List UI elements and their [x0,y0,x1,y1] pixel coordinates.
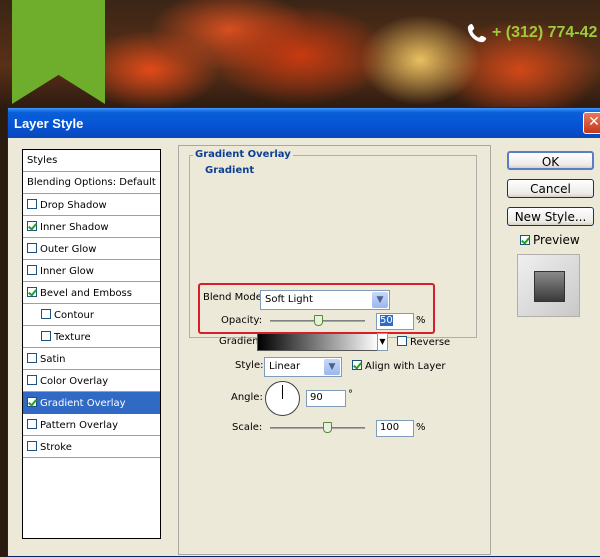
style-item-drop-shadow[interactable]: Drop Shadow [23,194,160,216]
style-item-label: Bevel and Emboss [40,288,132,299]
style-item-gradient-overlay[interactable]: Gradient Overlay [23,392,160,414]
scale-unit: % [416,422,426,433]
style-item-label: Satin [40,354,66,365]
style-value: Linear [269,361,301,372]
align-with-layer-checkbox[interactable]: Align with Layer [352,360,446,372]
style-item-label: Blending Options: Default [27,177,156,188]
style-preview [517,254,580,317]
scale-input[interactable]: 100 [376,420,414,437]
style-item-label: Stroke [40,442,72,453]
style-item-label: Texture [54,332,91,343]
reverse-checkbox-box[interactable] [397,336,407,346]
angle-dial[interactable] [265,381,300,416]
gradient-swatch[interactable] [257,333,379,351]
opacity-label: Opacity: [221,315,263,326]
style-item-inner-shadow[interactable]: Inner Shadow [23,216,160,238]
preview-checkbox[interactable]: Preview [520,233,580,247]
style-checkbox[interactable] [27,375,37,385]
phone-icon [467,23,487,43]
style-checkbox[interactable] [27,419,37,429]
style-checkbox[interactable] [27,353,37,363]
style-select[interactable]: Linear ▼ [264,357,342,377]
scale-slider[interactable] [270,422,365,433]
opacity-unit: % [416,315,426,326]
style-item-label: Color Overlay [40,376,109,387]
style-item-label: Outer Glow [40,244,97,255]
blend-mode-select[interactable]: Soft Light ▼ [260,290,390,310]
reverse-checkbox[interactable]: Reverse [397,336,450,348]
style-checkbox[interactable] [27,243,37,253]
opacity-slider[interactable] [270,315,365,326]
new-style-button[interactable]: New Style... [507,207,594,226]
reverse-label: Reverse [410,337,451,348]
preview-checkbox-box[interactable] [520,235,530,245]
style-checkbox[interactable] [27,199,37,209]
style-checkbox[interactable] [27,287,37,297]
style-item-pattern-overlay[interactable]: Pattern Overlay [23,414,160,436]
style-item-contour[interactable]: Contour [23,304,160,326]
styles-list: Styles Blending Options: Default Drop Shad… [22,149,161,539]
cancel-button[interactable]: Cancel [507,179,594,198]
blend-mode-value: Soft Light [265,294,313,305]
style-item-blending-options-default[interactable]: Blending Options: Default [23,172,160,194]
style-item-label: Styles [27,155,58,166]
angle-input[interactable]: 90 [306,390,346,407]
style-label: Style: [235,360,264,371]
style-checkbox[interactable] [27,221,37,231]
style-item-outer-glow[interactable]: Outer Glow [23,238,160,260]
style-item-label: Pattern Overlay [40,420,119,431]
chevron-down-icon: ▼ [324,359,340,375]
opacity-slider-thumb[interactable] [313,315,323,326]
ok-button[interactable]: OK [507,151,594,170]
style-item-label: Inner Shadow [40,222,109,233]
gradient-subtitle: Gradient [203,165,257,176]
opacity-input[interactable]: 50 [376,313,414,330]
style-item-inner-glow[interactable]: Inner Glow [23,260,160,282]
scale-label: Scale: [232,422,263,433]
preview-label: Preview [533,233,580,247]
layer-style-dialog: Layer Style ✕ Styles Blending Options: De… [7,107,600,557]
style-checkbox[interactable] [27,397,37,407]
angle-label: Angle: [231,392,263,403]
style-checkbox[interactable] [27,265,37,275]
phone-number-text: + (312) 774-42 [492,24,598,41]
dialog-titlebar[interactable]: Layer Style [8,108,600,138]
scale-slider-thumb[interactable] [323,422,332,433]
blend-mode-label: Blend Mode: [203,292,266,303]
style-checkbox[interactable] [27,441,37,451]
style-item-label: Drop Shadow [40,200,107,211]
preview-swatch [534,271,565,302]
style-item-color-overlay[interactable]: Color Overlay [23,370,160,392]
style-item-label: Gradient Overlay [40,398,126,409]
align-checkbox-box[interactable] [352,360,362,370]
align-with-layer-label: Align with Layer [365,361,446,372]
gradient-dropdown-icon[interactable]: ▼ [377,333,388,351]
style-checkbox[interactable] [41,309,51,319]
style-item-satin[interactable]: Satin [23,348,160,370]
phone-number-header: + (312) 774-42 [466,22,597,44]
style-item-label: Inner Glow [40,266,94,277]
close-icon[interactable]: ✕ [583,112,600,134]
style-item-texture[interactable]: Texture [23,326,160,348]
style-item-label: Contour [54,310,94,321]
angle-unit: ° [348,389,353,400]
chevron-down-icon: ▼ [372,292,388,308]
style-item-styles[interactable]: Styles [23,150,160,172]
dialog-title: Layer Style [14,116,84,131]
group-title: Gradient Overlay [193,149,293,160]
style-item-bevel-and-emboss[interactable]: Bevel and Emboss [23,282,160,304]
style-checkbox[interactable] [41,331,51,341]
style-item-stroke[interactable]: Stroke [23,436,160,458]
